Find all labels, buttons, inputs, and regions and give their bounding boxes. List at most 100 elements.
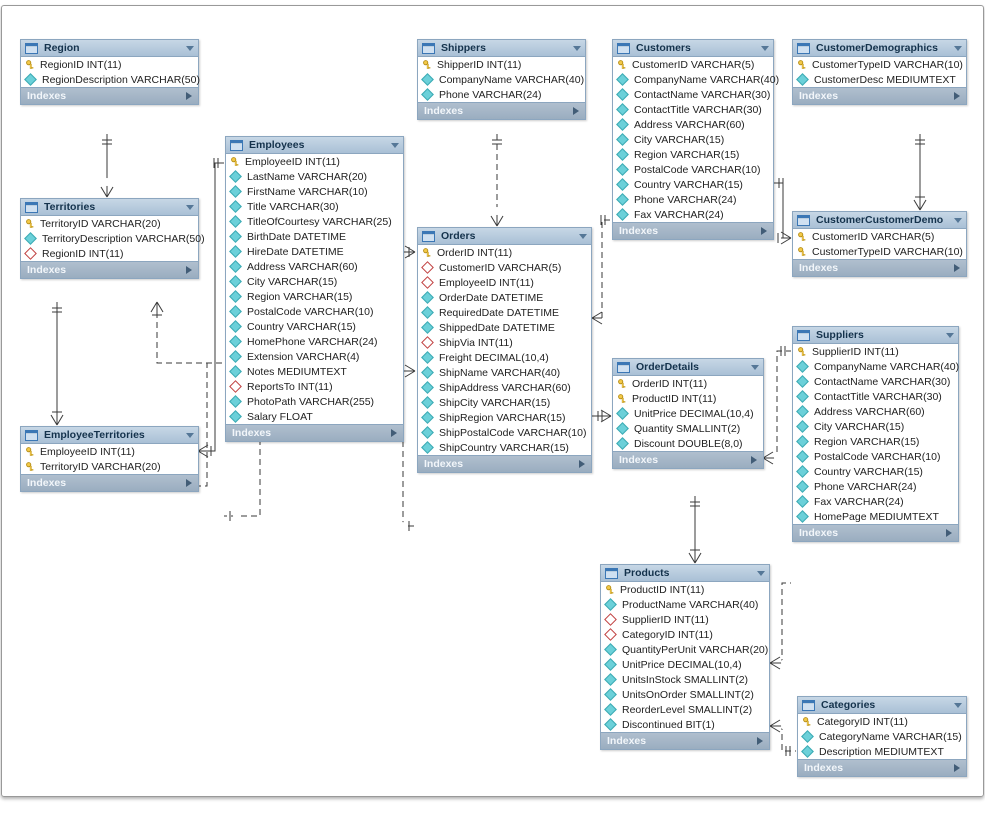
column-row[interactable]: OrderDate DATETIME [418, 290, 591, 305]
entity-orders[interactable]: OrdersOrderID INT(11)CustomerID VARCHAR(… [417, 227, 592, 473]
expand-icon[interactable] [186, 92, 192, 100]
indexes-section[interactable]: Indexes [798, 759, 966, 776]
column-row[interactable]: City VARCHAR(15) [793, 419, 958, 434]
entity-header[interactable]: Territories [21, 199, 198, 216]
column-row[interactable]: ContactTitle VARCHAR(30) [613, 102, 773, 117]
entity-header[interactable]: Suppliers [793, 327, 958, 344]
entity-header[interactable]: CustomerDemographics [793, 40, 966, 57]
entity-customercustomerdemo[interactable]: CustomerCustomerDemoCustomerID VARCHAR(5… [792, 211, 967, 277]
entity-orderdetails[interactable]: OrderDetailsOrderID INT(11)ProductID INT… [612, 358, 764, 469]
expand-icon[interactable] [761, 227, 767, 235]
collapse-icon[interactable] [954, 46, 962, 51]
column-row[interactable]: Phone VARCHAR(24) [793, 479, 958, 494]
collapse-icon[interactable] [946, 333, 954, 338]
entity-employees[interactable]: EmployeesEmployeeID INT(11)LastName VARC… [225, 136, 404, 442]
collapse-icon[interactable] [573, 46, 581, 51]
column-row[interactable]: QuantityPerUnit VARCHAR(20) [601, 642, 769, 657]
column-row[interactable]: Notes MEDIUMTEXT [226, 364, 403, 379]
column-row[interactable]: Fax VARCHAR(24) [793, 494, 958, 509]
column-row[interactable]: BirthDate DATETIME [226, 229, 403, 244]
column-row[interactable]: CategoryName VARCHAR(15) [798, 729, 966, 744]
indexes-section[interactable]: Indexes [613, 451, 763, 468]
column-row[interactable]: Country VARCHAR(15) [793, 464, 958, 479]
entity-header[interactable]: Products [601, 565, 769, 582]
column-row[interactable]: Address VARCHAR(60) [226, 259, 403, 274]
indexes-section[interactable]: Indexes [418, 102, 585, 119]
indexes-section[interactable]: Indexes [613, 222, 773, 239]
entity-header[interactable]: CustomerCustomerDemo [793, 212, 966, 229]
column-row[interactable]: UnitPrice DECIMAL(10,4) [613, 406, 763, 421]
column-row[interactable]: Phone VARCHAR(24) [418, 87, 585, 102]
column-row[interactable]: CompanyName VARCHAR(40) [613, 72, 773, 87]
indexes-section[interactable]: Indexes [793, 87, 966, 104]
column-row[interactable]: Region VARCHAR(15) [226, 289, 403, 304]
collapse-icon[interactable] [954, 218, 962, 223]
column-row[interactable]: CustomerTypeID VARCHAR(10) [793, 244, 966, 259]
column-row[interactable]: EmployeeID INT(11) [226, 154, 403, 169]
collapse-icon[interactable] [186, 46, 194, 51]
column-row[interactable]: ShipCountry VARCHAR(15) [418, 440, 591, 455]
column-row[interactable]: UnitsInStock SMALLINT(2) [601, 672, 769, 687]
column-row[interactable]: ShipRegion VARCHAR(15) [418, 410, 591, 425]
collapse-icon[interactable] [757, 571, 765, 576]
column-row[interactable]: PostalCode VARCHAR(10) [226, 304, 403, 319]
column-row[interactable]: Description MEDIUMTEXT [798, 744, 966, 759]
indexes-section[interactable]: Indexes [793, 259, 966, 276]
column-row[interactable]: TerritoryDescription VARCHAR(50) [21, 231, 198, 246]
column-row[interactable]: RegionID INT(11) [21, 246, 198, 261]
expand-icon[interactable] [186, 479, 192, 487]
column-row[interactable]: RequiredDate DATETIME [418, 305, 591, 320]
indexes-section[interactable]: Indexes [21, 87, 198, 104]
column-row[interactable]: ReportsTo INT(11) [226, 379, 403, 394]
column-row[interactable]: OrderID INT(11) [418, 245, 591, 260]
column-row[interactable]: Region VARCHAR(15) [793, 434, 958, 449]
column-row[interactable]: RegionID INT(11) [21, 57, 198, 72]
entity-header[interactable]: Customers [613, 40, 773, 57]
column-row[interactable]: RegionDescription VARCHAR(50) [21, 72, 198, 87]
column-row[interactable]: FirstName VARCHAR(10) [226, 184, 403, 199]
expand-icon[interactable] [757, 737, 763, 745]
entity-suppliers[interactable]: SuppliersSupplierID INT(11)CompanyName V… [792, 326, 959, 542]
column-row[interactable]: PostalCode VARCHAR(10) [613, 162, 773, 177]
column-row[interactable]: ShipName VARCHAR(40) [418, 365, 591, 380]
expand-icon[interactable] [391, 429, 397, 437]
column-row[interactable]: EmployeeID INT(11) [21, 444, 198, 459]
column-row[interactable]: ProductID INT(11) [601, 582, 769, 597]
erd-canvas[interactable]: RegionRegionID INT(11)RegionDescription … [1, 5, 984, 797]
column-row[interactable]: TitleOfCourtesy VARCHAR(25) [226, 214, 403, 229]
column-row[interactable]: Fax VARCHAR(24) [613, 207, 773, 222]
column-row[interactable]: CategoryID INT(11) [601, 627, 769, 642]
entity-customers[interactable]: CustomersCustomerID VARCHAR(5)CompanyNam… [612, 39, 774, 240]
column-row[interactable]: City VARCHAR(15) [226, 274, 403, 289]
column-row[interactable]: SupplierID INT(11) [601, 612, 769, 627]
indexes-section[interactable]: Indexes [226, 424, 403, 441]
column-row[interactable]: ShipperID INT(11) [418, 57, 585, 72]
column-row[interactable]: Quantity SMALLINT(2) [613, 421, 763, 436]
column-row[interactable]: UnitsOnOrder SMALLINT(2) [601, 687, 769, 702]
expand-icon[interactable] [954, 764, 960, 772]
column-row[interactable]: ShipVia INT(11) [418, 335, 591, 350]
column-row[interactable]: Title VARCHAR(30) [226, 199, 403, 214]
column-row[interactable]: ShipPostalCode VARCHAR(10) [418, 425, 591, 440]
entity-products[interactable]: ProductsProductID INT(11)ProductName VAR… [600, 564, 770, 750]
column-row[interactable]: EmployeeID INT(11) [418, 275, 591, 290]
column-row[interactable]: TerritoryID VARCHAR(20) [21, 459, 198, 474]
indexes-section[interactable]: Indexes [418, 455, 591, 472]
column-row[interactable]: HomePage MEDIUMTEXT [793, 509, 958, 524]
entity-header[interactable]: OrderDetails [613, 359, 763, 376]
column-row[interactable]: ContactName VARCHAR(30) [793, 374, 958, 389]
expand-icon[interactable] [946, 529, 952, 537]
column-row[interactable]: Freight DECIMAL(10,4) [418, 350, 591, 365]
column-row[interactable]: City VARCHAR(15) [613, 132, 773, 147]
column-row[interactable]: Country VARCHAR(15) [613, 177, 773, 192]
indexes-section[interactable]: Indexes [793, 524, 958, 541]
column-row[interactable]: Phone VARCHAR(24) [613, 192, 773, 207]
column-row[interactable]: CategoryID INT(11) [798, 714, 966, 729]
column-row[interactable]: LastName VARCHAR(20) [226, 169, 403, 184]
column-row[interactable]: ShipCity VARCHAR(15) [418, 395, 591, 410]
column-row[interactable]: Discontinued BIT(1) [601, 717, 769, 732]
collapse-icon[interactable] [186, 433, 194, 438]
expand-icon[interactable] [751, 456, 757, 464]
expand-icon[interactable] [954, 92, 960, 100]
entity-shippers[interactable]: ShippersShipperID INT(11)CompanyName VAR… [417, 39, 586, 120]
